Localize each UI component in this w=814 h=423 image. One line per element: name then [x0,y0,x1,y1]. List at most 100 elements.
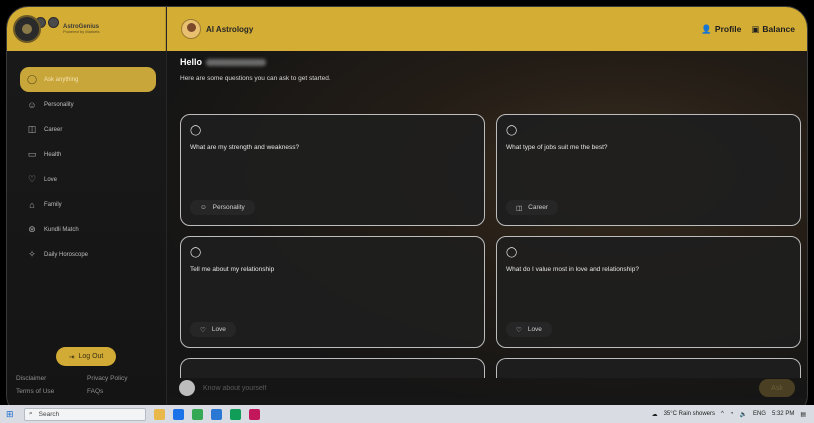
page-title: AI Astrology [206,24,254,34]
tag-label: Love [527,326,542,333]
sidebar-item-label: Ask anything [44,76,79,83]
home-icon: ⌂ [29,199,35,210]
chrome-icon[interactable] [192,408,203,420]
chat-bubble-icon: ◯ [190,247,202,258]
balance-button[interactable]: ▣ Balance [751,24,795,35]
sidebar-item-label: Career [44,126,63,133]
question-text: What do I value most in love and relatio… [506,266,639,273]
briefcase-icon: ◫ [27,124,37,134]
wallet-icon: ▣ [751,23,760,34]
tag-label: Career [528,204,549,211]
ask-input[interactable] [203,384,703,392]
user-avatar [179,380,195,396]
system-tray: ☁ 35°C Rain showers ^ ◔ 🔈 ENG 5:32 PM ▤ [652,411,806,418]
logout-label: Log Out [78,353,104,360]
question-card[interactable]: ◯ Tell me about my relationship ♡ Love [180,236,485,348]
sidebar-item-family[interactable]: ⌂ Family [20,192,156,217]
sidebar-item-love[interactable]: ♡ Love [20,167,156,192]
chat-bubble-icon: ◯ [506,125,518,136]
file-explorer-icon[interactable] [154,408,165,420]
category-tag: ♡ Love [506,322,552,337]
intro-text: Here are some questions you can ask to g… [180,75,331,82]
question-text: What type of jobs suit me the best? [506,144,608,151]
volume-icon[interactable]: 🔈 [739,411,746,418]
brand: AstroGenius Powered by Markets [63,24,99,34]
app-icon[interactable] [230,408,241,420]
sidebar: AstroGenius Powered by Markets ◯ Ask any… [7,7,167,416]
terms-of-use-link[interactable]: Terms of Use [16,388,54,395]
smiley-icon: ☺ [27,99,37,110]
sidebar-item-ask-anything[interactable]: ◯ Ask anything [20,67,156,92]
balance-label: Balance [762,24,795,34]
user-icon: 👤 [701,23,712,34]
app-icon[interactable] [211,408,222,420]
heart-icon: ♡ [516,326,522,334]
sidebar-item-kundli-match[interactable]: ⊛ Kundli Match [20,217,156,242]
taskbar-search-label: Search [38,410,60,418]
clock[interactable]: 5:32 PM [772,411,794,417]
weather-icon: ☁ [651,411,658,418]
chat-input-bar: Ask [179,373,797,398]
sidebar-item-label: Health [44,151,62,158]
weather-text[interactable]: 35°C Rain showers [664,411,715,417]
logout-icon: ⇥ [68,353,75,361]
heart-icon: ♡ [27,174,37,184]
greeting-text: Hello [180,57,203,67]
astrologer-avatar [181,19,201,39]
question-card[interactable]: ◯ What are my strength and weakness? ☺ P… [180,114,485,226]
notification-icon[interactable]: ▤ [800,411,806,418]
question-text: Tell me about my relationship [190,266,275,273]
category-tag: ♡ Love [190,322,236,337]
disclaimer-link[interactable]: Disclaimer [16,375,46,382]
app-window: AstroGenius Powered by Markets ◯ Ask any… [6,6,808,417]
ask-button[interactable]: Ask [759,379,795,397]
profile-label: Profile [714,24,742,34]
heart-icon: ♡ [200,326,206,334]
app-logo[interactable] [13,15,41,43]
brand-subtitle: Powered by Markets [63,29,100,34]
window-dot [48,16,59,28]
horoscope-icon: ✧ [28,249,36,259]
windows-start-icon[interactable]: ⊞ [6,409,18,420]
question-card[interactable]: ◯ What do I value most in love and relat… [496,236,801,348]
windows-taskbar: ⊞ ⌕ Search ☁ 35°C Rain showers ^ ◔ 🔈 ENG… [0,405,814,423]
sidebar-item-daily-horoscope[interactable]: ✧ Daily Horoscope [20,242,156,267]
question-card[interactable]: ◯ What type of jobs suit me the best? ◫ … [496,114,801,226]
sidebar-item-personality[interactable]: ☺ Personality [20,92,156,117]
sidebar-header: AstroGenius Powered by Markets [7,7,166,51]
briefcase-icon: ◫ [516,204,523,212]
language-indicator[interactable]: ENG [753,411,766,417]
search-icon: ⌕ [29,410,33,417]
chat-bubble-icon: ◯ [190,125,202,136]
chat-bubble-icon: ◯ [26,74,38,84]
question-text: What are my strength and weakness? [190,144,300,151]
taskbar-search[interactable]: ⌕ Search [24,407,146,421]
chat-bubble-icon: ◯ [506,247,518,258]
sidebar-item-label: Daily Horoscope [44,251,89,258]
privacy-policy-link[interactable]: Privacy Policy [87,375,127,382]
sidebar-item-label: Family [44,201,62,208]
sidebar-item-label: Love [44,176,58,183]
sidebar-item-label: Kundli Match [44,226,79,233]
sidebar-item-career[interactable]: ◫ Career [20,117,156,142]
category-tag: ☺ Personality [190,200,255,215]
faqs-link[interactable]: FAQs [87,388,103,395]
category-tag: ◫ Career [506,200,559,215]
tag-label: Personality [212,204,245,211]
app-icon[interactable] [249,408,260,420]
logout-button[interactable]: ⇥ Log Out [56,347,116,366]
tag-label: Love [211,326,226,333]
network-icon[interactable]: ◔ [730,411,734,417]
sidebar-item-label: Personality [44,101,74,108]
top-actions: 👤 Profile ▣ Balance [701,24,795,35]
profile-button[interactable]: 👤 Profile [701,24,741,35]
sidebar-item-health[interactable]: ▭ Health [20,142,156,167]
top-bar: AI Astrology 👤 Profile ▣ Balance [167,7,807,51]
kundli-icon: ⊛ [28,224,36,234]
chevron-up-icon[interactable]: ^ [721,411,724,417]
app-icon[interactable] [173,408,184,420]
health-monitor-icon: ▭ [27,149,37,159]
blurred-username [206,58,267,66]
sidebar-nav: ◯ Ask anything ☺ Personality ◫ Career ▭ … [7,51,166,267]
smiley-icon: ☺ [200,204,207,211]
